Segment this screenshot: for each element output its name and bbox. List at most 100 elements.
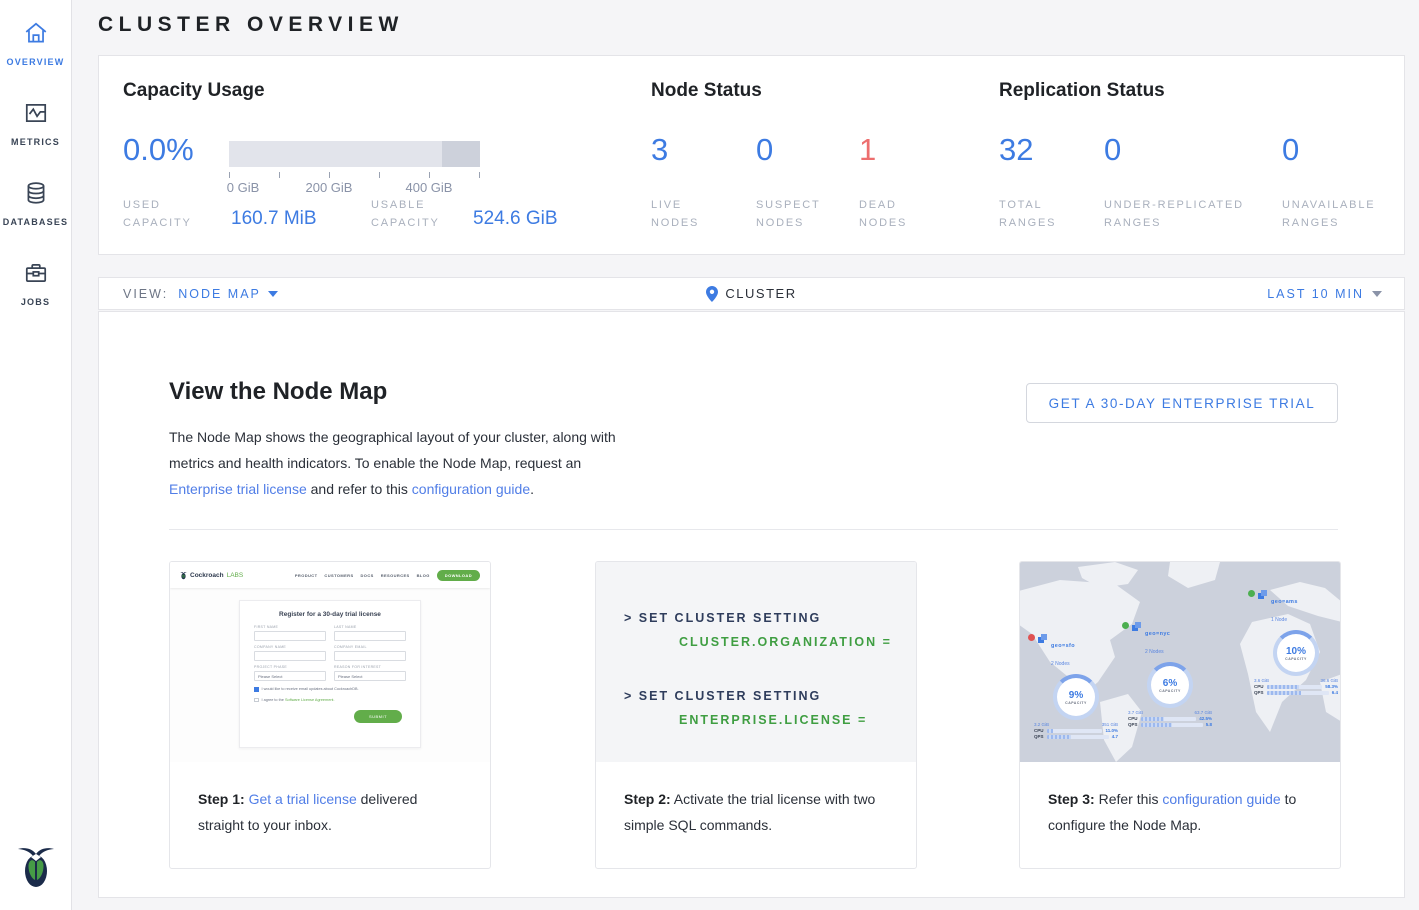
node-count: 1 Node xyxy=(1271,617,1287,623)
qps-label: QPS xyxy=(1254,690,1264,695)
cpu-value: 42.5% xyxy=(1199,716,1212,721)
field-label: FIRST NAME xyxy=(254,625,326,629)
step-label: Step 1: xyxy=(198,791,245,807)
used-capacity-value: 160.7 MiB xyxy=(231,208,317,230)
map-node-nyc: geo=nyc 2 Nodes 6% CAPACITY 3.7 GiB63.7 … xyxy=(1122,622,1218,727)
sql-setting: CLUSTER.ORGANIZATION = xyxy=(624,630,916,654)
usable-capacity-value: 524.6 GiB xyxy=(473,208,558,230)
sidebar-item-label: DATABASES xyxy=(3,217,68,227)
cpu-label: CPU xyxy=(1128,716,1138,721)
mini-register-form: Register for a 30-day trial license FIRS… xyxy=(239,600,421,748)
checkbox-label: I agree to the xyxy=(262,698,285,702)
total-gib: 63.7 GiB xyxy=(1194,710,1212,715)
capacity-axis-ticks xyxy=(229,172,480,178)
breadcrumb: CLUSTER xyxy=(706,286,796,302)
step-text: Refer this xyxy=(1095,791,1163,807)
home-icon xyxy=(23,20,49,46)
chevron-down-icon xyxy=(1372,291,1382,297)
metrics-icon xyxy=(23,100,49,126)
checkbox-label: I would like to receive email updates ab… xyxy=(262,687,359,691)
mini-form-title: Register for a 30-day trial license xyxy=(254,611,406,618)
qps-label: QPS xyxy=(1034,734,1044,739)
get-trial-license-link[interactable]: Get a trial license xyxy=(249,791,357,807)
sidebar-item-label: JOBS xyxy=(21,297,50,307)
mini-site-nav: PRODUCT CUSTOMERS DOCS RESOURCES BLOG DO… xyxy=(295,570,480,581)
sidebar-item-jobs[interactable]: JOBS xyxy=(0,260,71,310)
field-label: PROJECT PHASE xyxy=(254,665,326,669)
node-map-heading: View the Node Map xyxy=(169,378,387,406)
unavailable-ranges-label: UNAVAILABLE RANGES xyxy=(1282,196,1375,232)
field-input xyxy=(254,651,326,661)
chevron-down-icon xyxy=(268,291,278,297)
capacity-used-percent: 0.0% xyxy=(123,132,194,168)
axis-label: 400 GiB xyxy=(406,180,453,195)
live-status-icon xyxy=(1122,622,1129,629)
step1-card: Cockroach LABS PRODUCT CUSTOMERS DOCS RE… xyxy=(169,561,491,869)
sidebar: OVERVIEW METRICS DATABASES JOBS xyxy=(0,0,72,910)
nav-item: RESOURCES xyxy=(381,573,410,578)
enterprise-trial-button[interactable]: GET A 30-DAY ENTERPRISE TRIAL xyxy=(1026,383,1338,423)
brand-suffix: LABS xyxy=(227,572,244,579)
suspect-nodes-count: 0 xyxy=(756,132,773,168)
sql-code-sample: > SET CLUSTER SETTING CLUSTER.ORGANIZATI… xyxy=(596,562,916,762)
mini-submit-button: SUBMIT xyxy=(354,710,402,723)
field-input xyxy=(254,631,326,641)
enterprise-trial-license-link[interactable]: Enterprise trial license xyxy=(169,481,307,497)
nav-item: CUSTOMERS xyxy=(324,573,353,578)
node-count: 2 Nodes xyxy=(1145,649,1164,655)
total-ranges-count: 32 xyxy=(999,132,1033,168)
sidebar-item-databases[interactable]: DATABASES xyxy=(0,180,71,230)
description-text: The Node Map shows the geographical layo… xyxy=(169,429,616,471)
time-range-dropdown[interactable]: LAST 10 MIN xyxy=(1267,287,1382,301)
map-node-sfo: geo=sfo 2 Nodes 9% CAPACITY 3.2 GiB351 G… xyxy=(1028,634,1124,739)
node-stack-icon xyxy=(1132,622,1142,632)
time-range-value: LAST 10 MIN xyxy=(1267,287,1364,301)
configuration-guide-link[interactable]: configuration guide xyxy=(1162,791,1280,807)
license-agreement-link: Software License Agreement. xyxy=(285,698,335,702)
capacity-bar-chart xyxy=(229,141,480,167)
qps-value: 4.7 xyxy=(1112,734,1118,739)
field-select: Please Select xyxy=(254,671,326,681)
suspect-nodes-label: SUSPECT NODES xyxy=(756,196,821,232)
capacity-percent: 10% xyxy=(1286,646,1306,657)
capacity-usage-title: Capacity Usage xyxy=(123,80,265,102)
sidebar-item-overview[interactable]: OVERVIEW xyxy=(0,20,71,70)
cpu-value: 11.0% xyxy=(1105,728,1118,733)
cpu-value: 58.3% xyxy=(1325,684,1338,689)
description-text: . xyxy=(530,481,534,497)
cockroach-labs-logo xyxy=(14,840,58,892)
sidebar-item-label: OVERVIEW xyxy=(7,57,65,67)
used-gib: 3.6 GiB xyxy=(1254,678,1269,683)
field-label: REASON FOR INTEREST xyxy=(334,665,406,669)
configuration-guide-link[interactable]: configuration guide xyxy=(412,481,530,497)
unavailable-ranges-count: 0 xyxy=(1282,132,1299,168)
step1-caption: Step 1: Get a trial license delivered st… xyxy=(170,762,490,838)
view-selector-dropdown[interactable]: NODE MAP xyxy=(178,287,278,301)
view-bar: VIEW: NODE MAP CLUSTER LAST 10 MIN xyxy=(98,277,1405,310)
field-label: LAST NAME xyxy=(334,625,406,629)
step-label: Step 2: xyxy=(624,791,671,807)
nav-item: BLOG xyxy=(417,573,430,578)
sql-setting: ENTERPRISE.LICENSE = xyxy=(624,708,916,732)
total-gib: 351 GiB xyxy=(1102,722,1118,727)
used-gib: 3.2 GiB xyxy=(1034,722,1049,727)
capacity-percent: 9% xyxy=(1069,690,1083,701)
qps-label: QPS xyxy=(1128,722,1138,727)
field-input xyxy=(334,651,406,661)
mini-cockroach-logo: Cockroach LABS xyxy=(180,571,243,580)
view-label: VIEW: xyxy=(123,287,168,301)
step2-card: > SET CLUSTER SETTING CLUSTER.ORGANIZATI… xyxy=(595,561,917,869)
node-map-description: The Node Map shows the geographical layo… xyxy=(169,424,639,502)
node-map-preview: geo=sfo 2 Nodes 9% CAPACITY 3.2 GiB351 G… xyxy=(1020,562,1340,762)
step2-caption: Step 2: Activate the trial license with … xyxy=(596,762,916,838)
cpu-label: CPU xyxy=(1034,728,1044,733)
sidebar-item-metrics[interactable]: METRICS xyxy=(0,100,71,150)
cluster-summary-card: Capacity Usage 0.0% 0 GiB 200 GiB 400 Gi… xyxy=(98,55,1405,255)
total-ranges-label: TOTAL RANGES xyxy=(999,196,1056,232)
capacity-bar-used-segment xyxy=(442,141,480,167)
axis-label: 200 GiB xyxy=(306,180,353,195)
replication-status-title: Replication Status xyxy=(999,80,1165,102)
capacity-percent: 6% xyxy=(1163,678,1177,689)
database-icon xyxy=(23,180,49,206)
capacity-donut: 10% CAPACITY xyxy=(1273,630,1319,676)
